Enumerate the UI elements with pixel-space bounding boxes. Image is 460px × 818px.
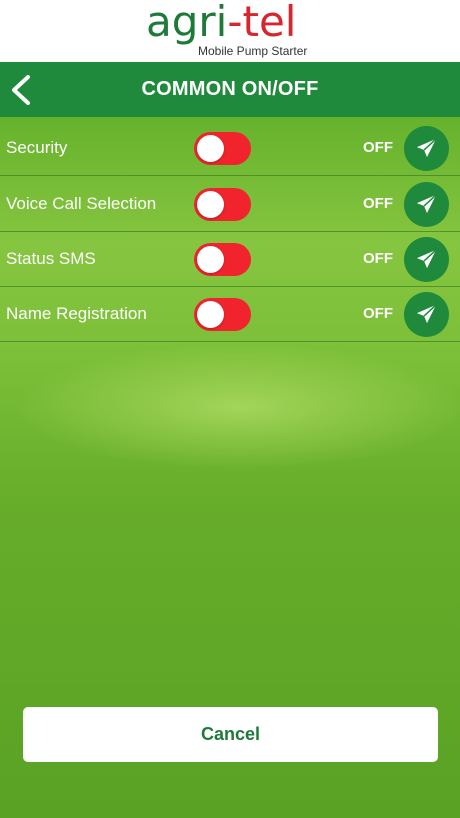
setting-state: OFF (363, 250, 393, 267)
page-title: COMMON ON/OFF (141, 78, 319, 100)
toggle-knob (197, 246, 224, 273)
paper-plane-icon (416, 194, 437, 214)
setting-label: Name Registration (6, 304, 147, 323)
send-voice-call-selection-button[interactable] (404, 182, 449, 227)
setting-label: Voice Call Selection (6, 194, 157, 213)
setting-label: Security (6, 138, 68, 157)
agritel-logo: agri-tel Mobile Pump Starter (146, 0, 326, 60)
setting-row-name-registration: Name Registration OFF (0, 286, 460, 342)
setting-state: OFF (363, 139, 393, 156)
toggle-knob (197, 191, 224, 218)
setting-label: Status SMS (6, 249, 96, 268)
name-registration-toggle[interactable] (194, 298, 251, 331)
logo-tagline: Mobile Pump Starter (198, 44, 308, 58)
cancel-button[interactable]: Cancel (23, 707, 438, 762)
paper-plane-icon (416, 138, 437, 158)
setting-row-security: Security OFF (0, 120, 460, 176)
setting-state: OFF (363, 195, 393, 212)
setting-state: OFF (363, 305, 393, 322)
send-status-sms-button[interactable] (404, 237, 449, 282)
setting-row-voice-call-selection: Voice Call Selection OFF (0, 176, 460, 232)
setting-row-status-sms: Status SMS OFF (0, 231, 460, 287)
toggle-knob (197, 301, 224, 328)
paper-plane-icon (416, 249, 437, 269)
security-toggle[interactable] (194, 132, 251, 165)
send-name-registration-button[interactable] (404, 292, 449, 337)
toggle-knob (197, 135, 224, 162)
send-security-button[interactable] (404, 126, 449, 171)
paper-plane-icon (416, 304, 437, 324)
header-bar: COMMON ON/OFF (0, 62, 460, 117)
logo-bar: agri-tel Mobile Pump Starter (0, 0, 460, 62)
logo-word-agri: agri (146, 0, 228, 46)
voice-call-selection-toggle[interactable] (194, 188, 251, 221)
logo-word-tel: -tel (227, 0, 297, 46)
logo-wordmark: agri-tel (146, 0, 296, 46)
status-sms-toggle[interactable] (194, 243, 251, 276)
